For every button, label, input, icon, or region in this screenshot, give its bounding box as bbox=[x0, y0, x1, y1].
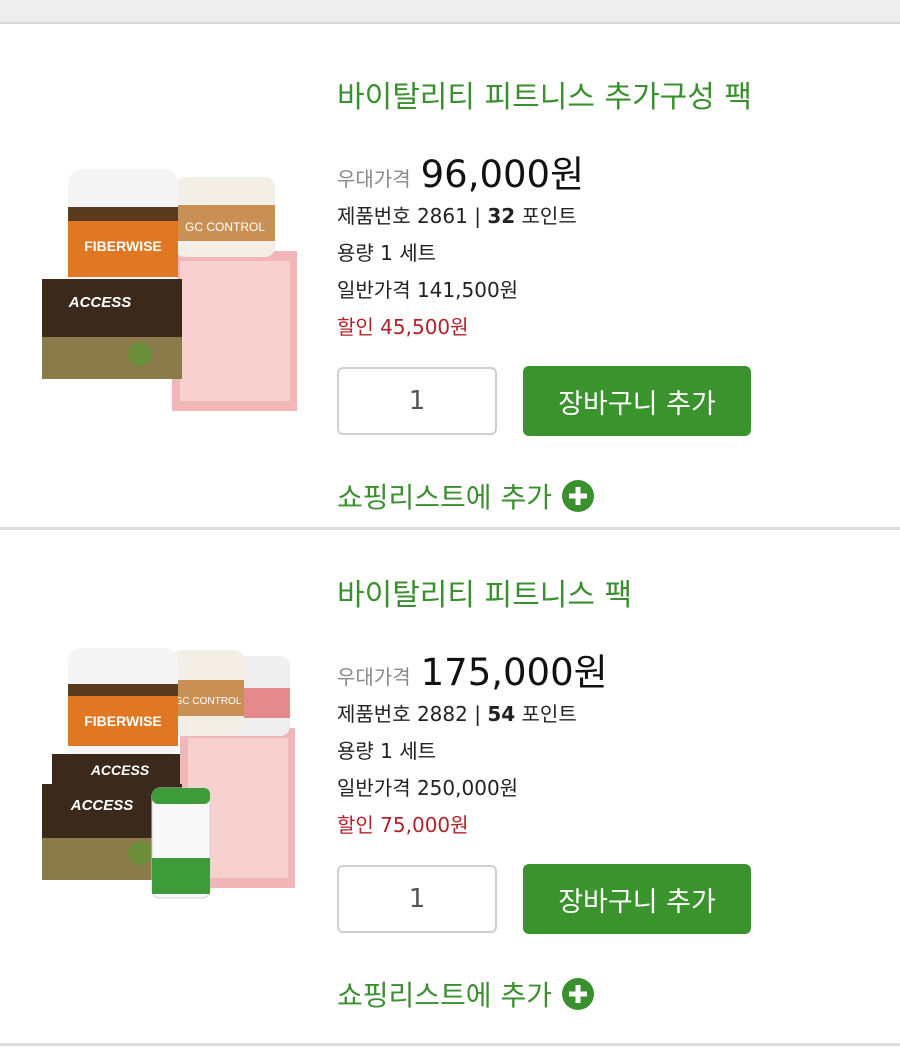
plus-circle-icon bbox=[561, 978, 594, 1010]
product-card: GC CONTROL FIBERWISE ACCESS 바이탈리티 피트니스 추… bbox=[0, 24, 900, 530]
product-image[interactable]: GC CONTROL FIBERWISE ACCESS bbox=[40, 169, 300, 429]
gc-control-label: GC CONTROL bbox=[185, 220, 265, 234]
add-to-shopping-list-link[interactable]: 쇼핑리스트에 추가 bbox=[337, 974, 877, 1014]
shopping-list-label: 쇼핑리스트에 추가 bbox=[337, 481, 552, 514]
product-number-text: 제품번호 2861 | bbox=[337, 204, 488, 228]
plus-circle-icon bbox=[561, 480, 594, 512]
shopping-list-label: 쇼핑리스트에 추가 bbox=[337, 979, 552, 1012]
product-number: 제품번호 2861 | 32 포인트 bbox=[337, 198, 877, 235]
points-value: 54 bbox=[487, 702, 516, 726]
regular-price: 일반가격 141,500원 bbox=[337, 278, 519, 302]
access-label-top: ACCESS bbox=[90, 762, 150, 778]
fiberwise-label: FIBERWISE bbox=[84, 713, 162, 729]
price-row: 우대가격 175,000원 bbox=[337, 640, 877, 696]
add-to-cart-button[interactable]: 장바구니 추가 bbox=[523, 864, 751, 934]
points-label: 포인트 bbox=[515, 204, 577, 228]
member-price-label: 우대가격 bbox=[337, 665, 411, 689]
discount: 할인 45,500원 bbox=[337, 315, 469, 339]
regular-price: 일반가격 250,000원 bbox=[337, 776, 519, 800]
product-card: GC CONTROL FIBERWISE ACCESS ACCESS 바이탈리티… bbox=[0, 530, 900, 1046]
product-info: 바이탈리티 피트니스 추가구성 팩 우대가격 96,000원 제품번호 2861… bbox=[337, 72, 877, 516]
add-to-cart-button[interactable]: 장바구니 추가 bbox=[523, 366, 751, 436]
discount: 할인 75,000원 bbox=[337, 813, 469, 837]
fiberwise-label: FIBERWISE bbox=[84, 238, 162, 254]
product-image[interactable]: GC CONTROL FIBERWISE ACCESS ACCESS bbox=[40, 648, 300, 908]
member-price-label: 우대가격 bbox=[337, 167, 411, 191]
points-value: 32 bbox=[487, 204, 516, 228]
member-price: 175,000원 bbox=[420, 651, 608, 694]
product-image-graphic: GC CONTROL FIBERWISE ACCESS bbox=[42, 169, 297, 411]
volume: 용량 1 세트 bbox=[337, 739, 437, 763]
price-row: 우대가격 96,000원 bbox=[337, 142, 877, 198]
product-image-graphic: GC CONTROL FIBERWISE ACCESS ACCESS bbox=[42, 648, 295, 899]
volume: 용량 1 세트 bbox=[337, 241, 437, 265]
top-strip bbox=[0, 0, 900, 24]
access-label-bottom: ACCESS bbox=[70, 797, 134, 814]
actions: 1 장바구니 추가 bbox=[337, 366, 877, 436]
gc-control-label: GC CONTROL bbox=[175, 696, 242, 707]
points-label: 포인트 bbox=[515, 702, 577, 726]
product-title[interactable]: 바이탈리티 피트니스 팩 bbox=[337, 570, 877, 622]
access-label: ACCESS bbox=[68, 294, 132, 311]
product-title[interactable]: 바이탈리티 피트니스 추가구성 팩 bbox=[337, 72, 877, 124]
quantity-input[interactable]: 1 bbox=[337, 367, 497, 435]
actions: 1 장바구니 추가 bbox=[337, 864, 877, 934]
product-info: 바이탈리티 피트니스 팩 우대가격 175,000원 제품번호 2882 | 5… bbox=[337, 570, 877, 1014]
product-number: 제품번호 2882 | 54 포인트 bbox=[337, 696, 877, 733]
add-to-shopping-list-link[interactable]: 쇼핑리스트에 추가 bbox=[337, 476, 877, 516]
product-number-text: 제품번호 2882 | bbox=[337, 702, 488, 726]
member-price: 96,000원 bbox=[420, 153, 585, 196]
quantity-input[interactable]: 1 bbox=[337, 865, 497, 933]
